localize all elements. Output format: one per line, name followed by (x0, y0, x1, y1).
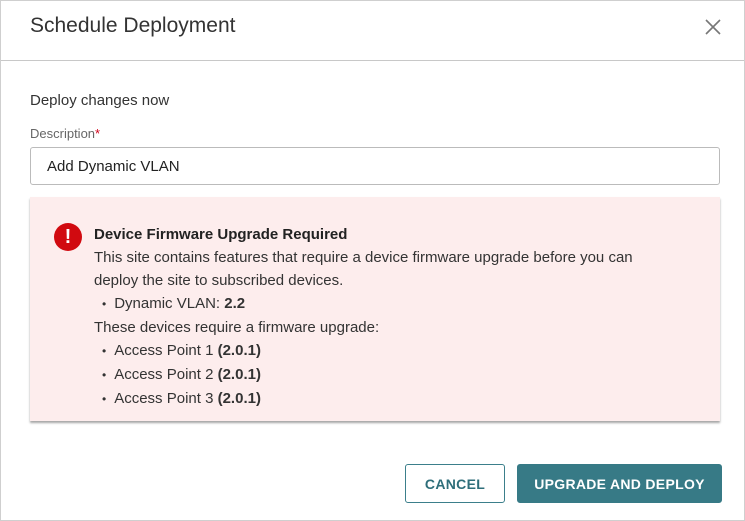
list-item: Dynamic VLAN: 2.2 (102, 292, 674, 316)
list-item: Access Point 2 (2.0.1) (102, 363, 674, 387)
alert-message: This site contains features that require… (94, 249, 633, 289)
list-item: Access Point 1 (2.0.1) (102, 339, 674, 363)
dialog-title: Schedule Deployment (30, 14, 236, 37)
list-item: Access Point 3 (2.0.1) (102, 387, 674, 411)
dialog-header: Schedule Deployment (1, 1, 744, 61)
alert-title: Device Firmware Upgrade Required (94, 226, 348, 243)
required-mark: * (95, 126, 101, 141)
firmware-alert: ! Device Firmware Upgrade Required This … (30, 197, 720, 421)
device-list: Access Point 1 (2.0.1) Access Point 2 (2… (94, 339, 674, 411)
close-icon[interactable] (701, 15, 725, 39)
exclamation-icon: ! (54, 223, 82, 251)
upgrade-and-deploy-button[interactable]: UPGRADE AND DEPLOY (517, 464, 722, 503)
description-label-text: Description (30, 126, 96, 141)
deploy-mode-text: Deploy changes now (30, 92, 170, 109)
description-input[interactable] (30, 147, 720, 185)
cancel-button[interactable]: CANCEL (405, 464, 505, 503)
schedule-deployment-dialog: Schedule Deployment Deploy changes now D… (0, 0, 745, 521)
feature-list: Dynamic VLAN: 2.2 (94, 292, 674, 316)
description-label: Description* (30, 126, 100, 141)
devices-intro: These devices require a firmware upgrade… (94, 319, 380, 336)
